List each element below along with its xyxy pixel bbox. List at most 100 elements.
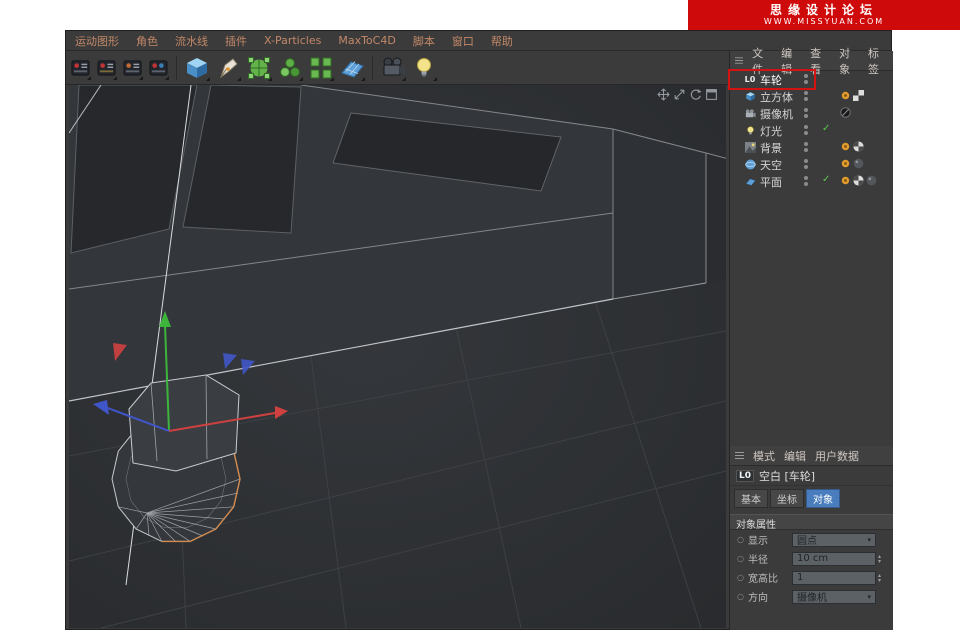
texture-tag-sphere-icon[interactable] [853,141,864,152]
object-row-sky[interactable]: 天空 [730,156,893,173]
c4d-window: 运动图形 角色 流水线 插件 X-Particles MaxToC4D 脚本 窗… [65,30,892,630]
plane-object-icon [743,176,757,187]
visibility-dots[interactable] [804,108,808,118]
compositing-tag-icon[interactable] [840,141,851,152]
maximize-view-icon[interactable] [705,88,718,101]
key-dot-icon[interactable]: ○ [737,592,744,601]
render-team-icon[interactable] [147,55,170,81]
key-dot-icon[interactable]: ○ [737,554,744,563]
object-row-plane[interactable]: 平面 ✓ [730,173,893,190]
enabled-check-icon[interactable]: ✓ [822,123,830,134]
menu-xparticles[interactable]: X-Particles [264,34,321,47]
menu-script[interactable]: 脚本 [413,33,435,49]
object-label: 车轮 [760,72,782,88]
visibility-dots[interactable] [804,159,808,169]
prop-radius-label: 半径 [748,551,792,566]
banner-url: WWW.MISSYUAN.COM [764,17,884,26]
viewport-3d[interactable] [69,85,726,628]
tab-basic[interactable]: 基本 [734,489,768,508]
sky-object-icon [743,159,757,170]
texture-tag-icon[interactable] [853,90,864,101]
object-label: 平面 [760,174,782,190]
null-object-icon: L0 [743,75,757,84]
radius-stepper[interactable]: ▴▾ [878,554,881,564]
visibility-dots[interactable] [804,176,808,186]
menu-help[interactable]: 帮助 [491,33,513,49]
viewport-column [66,51,729,630]
attribute-manager: 模式 编辑 用户数据 L0 空白 [车轮] 基本 坐标 对象 对象属性 ○ 显示 [730,446,893,630]
compositing-tag-icon[interactable] [840,158,851,169]
am-menu-edit[interactable]: 编辑 [784,448,806,464]
render-view-icon[interactable] [69,55,92,81]
compositing-tag-icon[interactable] [840,175,851,186]
object-label: 天空 [760,157,782,173]
viewport-controls [657,88,718,101]
panel-grip-icon[interactable] [735,451,744,460]
cloner-icon[interactable] [276,54,304,82]
object-row-light[interactable]: 灯光 ✓ [730,122,893,139]
menu-plugins[interactable]: 插件 [225,33,247,49]
protection-tag-icon[interactable] [840,107,851,118]
aspect-ratio-input[interactable]: 1 [792,571,876,585]
panel-grip-icon[interactable] [735,56,743,65]
pan-icon[interactable] [657,88,670,101]
tab-object[interactable]: 对象 [806,489,840,508]
radius-input[interactable]: 10 cm [792,552,876,566]
camera-tool-icon[interactable] [379,54,407,82]
prop-orientation: ○ 方向 摄像机▾ [730,587,893,606]
am-title-row: L0 空白 [车轮] [730,466,893,486]
prop-display-label: 显示 [748,532,792,547]
light-object-icon [743,125,757,136]
object-row-background[interactable]: 背景 [730,139,893,156]
am-menu-mode[interactable]: 模式 [753,448,775,464]
toolbar-separator [372,56,373,80]
plane-icon[interactable] [338,54,366,82]
prop-aspect-ratio: ○ 宽高比 1 ▴▾ [730,568,893,587]
am-tabs: 基本 坐标 对象 [730,486,893,511]
display-dropdown[interactable]: 圆点▾ [792,533,876,547]
menu-window[interactable]: 窗口 [452,33,474,49]
visibility-dots[interactable] [804,125,808,135]
chevron-down-icon: ▾ [867,593,871,601]
object-row-camera[interactable]: 摄像机 [730,105,893,122]
spline-pen-icon[interactable] [214,54,242,82]
object-manager: 文件 编辑 查看 对象 标签 L0 车轮 立方体 [730,51,893,446]
object-label: 背景 [760,140,782,156]
material-tag-icon[interactable] [866,175,877,186]
menu-pipeline[interactable]: 流水线 [175,33,208,49]
menu-character[interactable]: 角色 [136,33,158,49]
zoom-icon[interactable] [673,88,686,101]
material-tag-icon[interactable] [853,158,864,169]
am-menu-userdata[interactable]: 用户数据 [815,448,859,464]
object-row-cube[interactable]: 立方体 [730,88,893,105]
array-icon[interactable] [307,54,335,82]
tab-coordinates[interactable]: 坐标 [770,489,804,508]
am-menu-bar: 模式 编辑 用户数据 [730,446,893,466]
light-tool-icon[interactable] [410,54,438,82]
cube-primitive-icon[interactable] [183,54,211,82]
visibility-dots[interactable] [804,74,808,84]
screenshot-root: 思缘设计论坛 WWW.MISSYUAN.COM 运动图形 角色 流水线 插件 X… [0,0,960,638]
aspect-stepper[interactable]: ▴▾ [878,573,881,583]
enabled-check-icon[interactable]: ✓ [822,174,830,185]
texture-tag-sphere-icon[interactable] [853,175,864,186]
visibility-dots[interactable] [804,91,808,101]
phong-tag-icon[interactable] [840,90,851,101]
menu-maxtoc4d[interactable]: MaxToC4D [338,34,395,47]
camera-object-icon [743,108,757,120]
subdivision-surface-icon[interactable] [245,54,273,82]
object-row-wheel[interactable]: L0 车轮 [730,71,893,88]
menu-motion-graphics[interactable]: 运动图形 [75,33,119,49]
key-dot-icon[interactable]: ○ [737,573,744,582]
key-dot-icon[interactable]: ○ [737,535,744,544]
render-queue-icon[interactable] [121,55,144,81]
render-settings-icon[interactable] [95,55,118,81]
am-object-title: 空白 [车轮] [759,468,815,484]
manager-column: 文件 编辑 查看 对象 标签 L0 车轮 立方体 [729,51,893,630]
toolbar [66,51,729,85]
rotate-icon[interactable] [689,88,702,101]
background-object-icon [743,142,757,153]
orientation-dropdown[interactable]: 摄像机▾ [792,590,876,604]
visibility-dots[interactable] [804,142,808,152]
object-list: L0 车轮 立方体 摄像 [730,71,893,190]
